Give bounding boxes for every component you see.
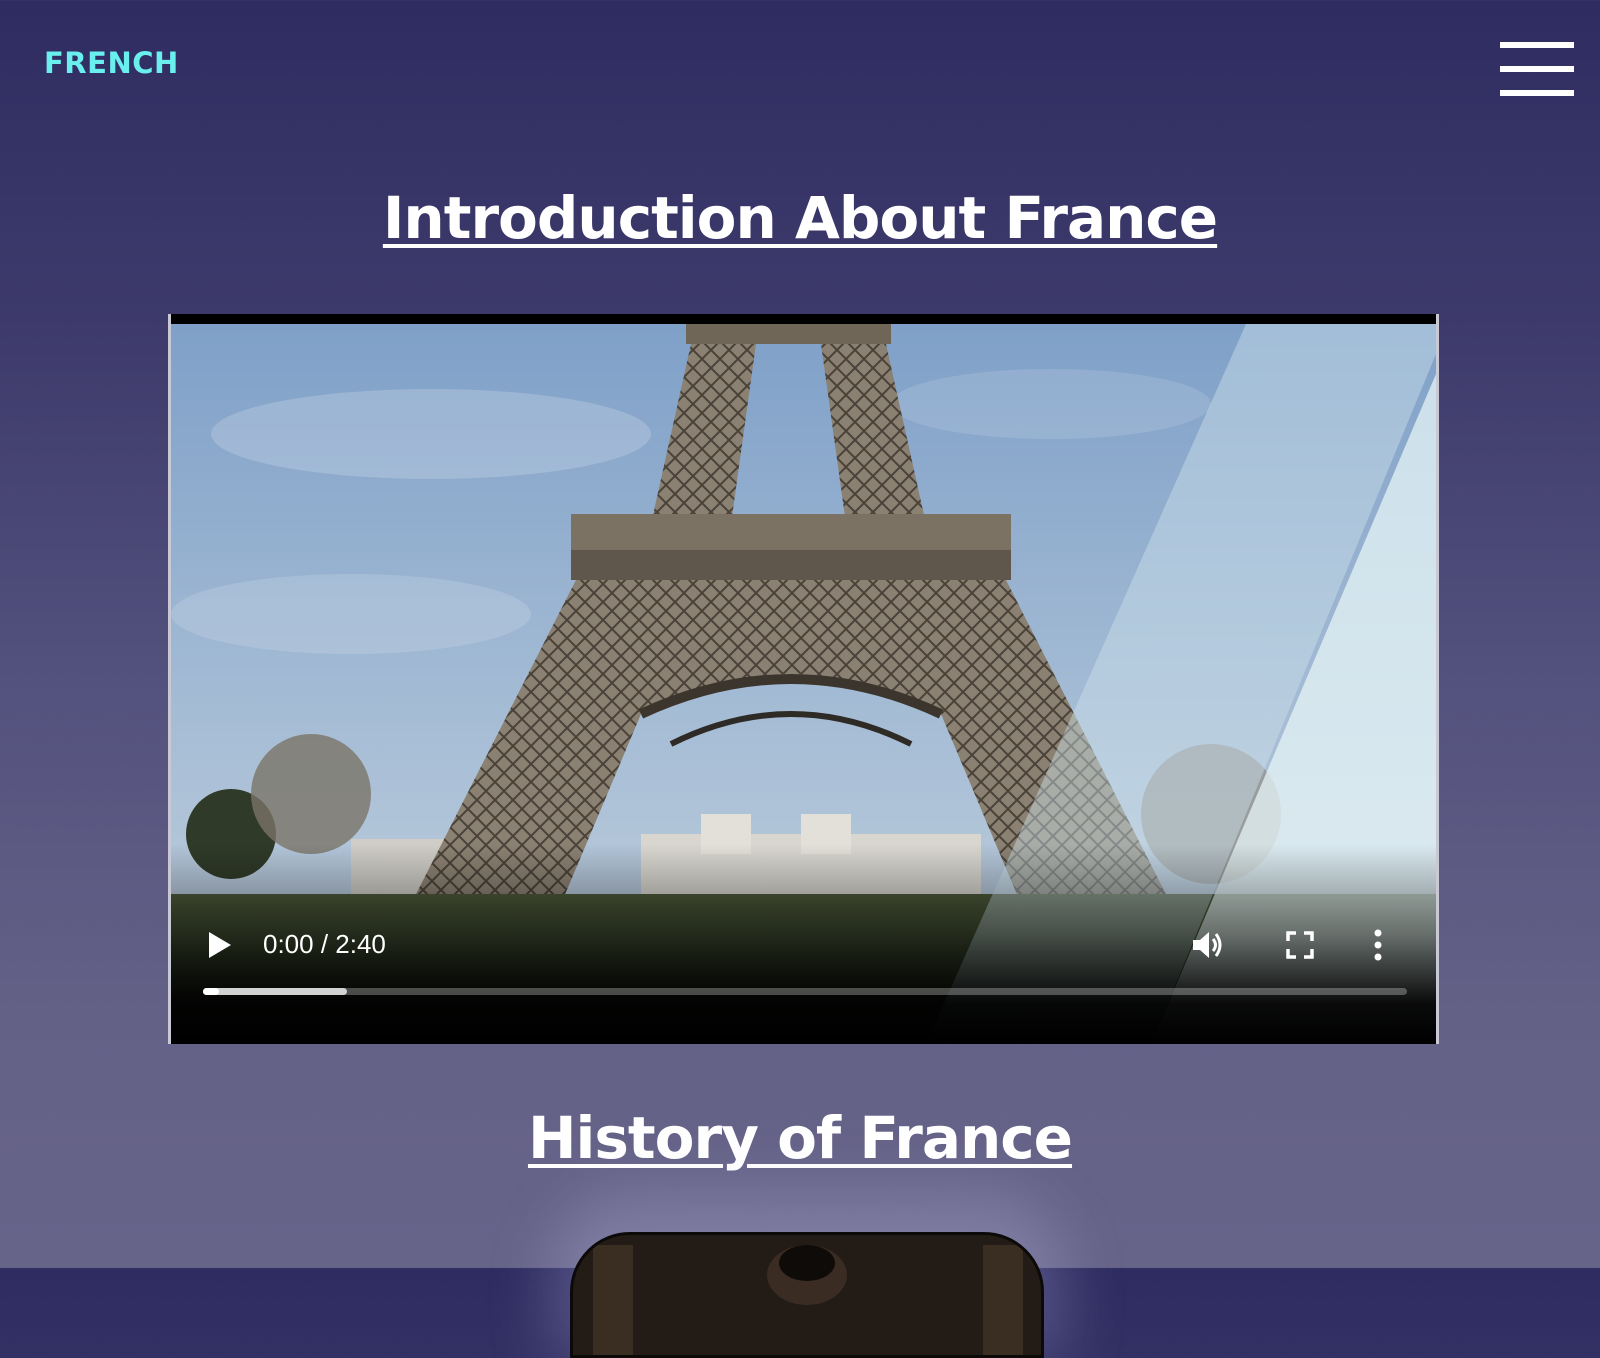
video-controls: 0:00 / 2:40 (171, 844, 1436, 1044)
more-options-icon[interactable] (1371, 928, 1385, 962)
video-buffered-bar (203, 988, 348, 995)
history-image (570, 1232, 1044, 1358)
hamburger-bar (1500, 90, 1574, 96)
video-played-bar (203, 988, 219, 995)
volume-icon[interactable] (1191, 928, 1225, 962)
hamburger-bar (1500, 42, 1574, 48)
fullscreen-icon[interactable] (1285, 930, 1315, 960)
video-progress-bar[interactable] (203, 988, 1407, 995)
site-logo[interactable]: FRENCH (44, 46, 179, 80)
hamburger-menu-icon[interactable] (1500, 42, 1574, 100)
hamburger-bar (1500, 66, 1574, 72)
video-time-display: 0:00 / 2:40 (263, 929, 386, 959)
play-icon[interactable] (207, 930, 233, 960)
history-portrait-image (573, 1235, 1041, 1355)
section-title-history: History of France (527, 1104, 1073, 1172)
section-title-introduction: Introduction About France (382, 184, 1218, 252)
video-player[interactable]: 0:00 / 2:40 (168, 314, 1439, 1044)
